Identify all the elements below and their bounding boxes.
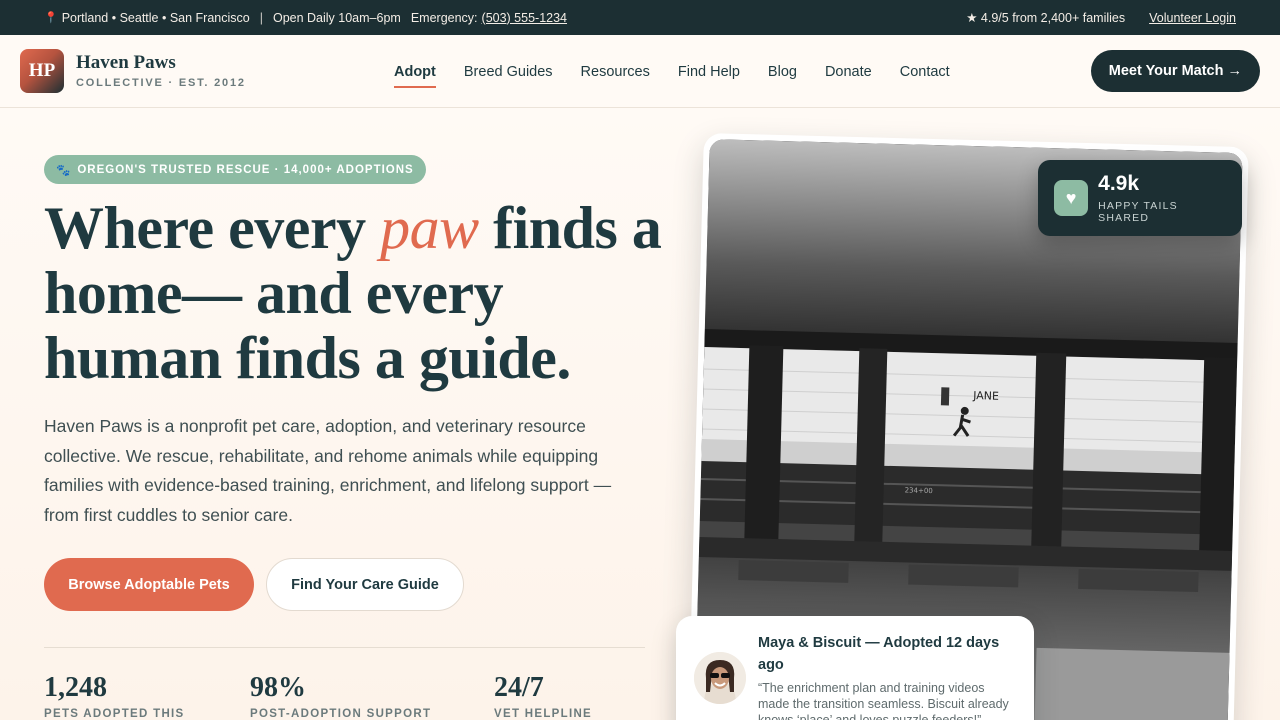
separator: | (259, 10, 263, 25)
main-nav: Adopt Breed Guides Resources Find Help B… (394, 35, 950, 108)
brand[interactable]: Haven Paws COLLECTIVE · EST. 2012 (76, 51, 246, 90)
stat-adopted: 1,248 PETS ADOPTED THIS (44, 672, 185, 720)
browse-pets-button[interactable]: Browse Adoptable Pets (44, 558, 254, 611)
stat-support: 98% POST-ADOPTION SUPPORT (250, 672, 431, 720)
nav-item-breed-guides[interactable]: Breed Guides (464, 35, 553, 108)
happy-tails-label: HAPPY TAILS SHARED (1098, 200, 1178, 224)
brand-tagline: COLLECTIVE · EST. 2012 (76, 77, 246, 90)
volunteer-login-link[interactable]: Volunteer Login (1149, 11, 1236, 25)
avatar (694, 652, 746, 704)
care-guide-button[interactable]: Find Your Care Guide (266, 558, 464, 611)
track-marker-text: 234+00 (905, 486, 933, 495)
rating-text: ★ 4.9/5 from 2,400+ families (966, 11, 1126, 25)
stat-value: 98% (250, 672, 306, 703)
headline-start: Where every (44, 195, 381, 261)
headline-accent: paw (380, 195, 479, 261)
station-sign-text: JANE (972, 389, 999, 403)
site-header: HP Haven Paws COLLECTIVE · EST. 2012 Ado… (0, 35, 1280, 108)
nav-item-find-help[interactable]: Find Help (678, 35, 740, 108)
stat-label: PETS ADOPTED THIS (44, 708, 185, 720)
nav-item-adopt[interactable]: Adopt (394, 35, 436, 108)
meet-your-match-button[interactable]: Meet Your Match → (1090, 50, 1260, 92)
logo-initials: HP (28, 60, 56, 81)
nav-item-contact[interactable]: Contact (900, 35, 950, 108)
badge-text: OREGON'S TRUSTED RESCUE · 14,000+ ADOPTI… (77, 163, 414, 176)
testimonial-card: Maya & Biscuit — Adopted 12 days ago “Th… (676, 616, 1034, 720)
nav-item-resources[interactable]: Resources (581, 35, 650, 108)
nav-item-blog[interactable]: Blog (768, 35, 797, 108)
stats-divider (44, 647, 645, 648)
hours-text: Open Daily 10am–6pm (272, 10, 401, 25)
testimonial-quote: “The enrichment plan and training videos… (758, 681, 1009, 720)
stat-value: 1,248 (44, 672, 107, 703)
brand-name: Haven Paws (76, 51, 176, 73)
heart-icon: ♥ (1054, 180, 1089, 216)
hero-description: Haven Paws is a nonprofit pet care, adop… (44, 416, 612, 525)
stat-label: POST-ADOPTION SUPPORT (250, 708, 432, 720)
location-pin-icon: 📍 (44, 12, 58, 24)
emergency-phone-link[interactable]: (503) 555-1234 (482, 11, 567, 25)
stat-label: VET HELPLINE (494, 708, 593, 720)
testimonial-name: Maya & Biscuit — Adopted 12 days ago (758, 635, 1000, 673)
trust-badge: 🐾 OREGON'S TRUSTED RESCUE · 14,000+ ADOP… (44, 155, 426, 184)
paw-icon: 🐾 (56, 164, 72, 177)
nav-item-donate[interactable]: Donate (825, 35, 872, 108)
stat-value: 24/7 (494, 672, 544, 703)
stat-helpline: 24/7 VET HELPLINE (494, 672, 592, 720)
emergency-label: Emergency: (410, 10, 478, 25)
logo[interactable]: HP (20, 49, 64, 93)
top-info-bar: 📍 Portland • Seattle • San Francisco | O… (0, 0, 1280, 35)
locations-text: Portland • Seattle • San Francisco (61, 10, 250, 25)
happy-tails-card: ♥ 4.9k HAPPY TAILS SHARED (1038, 160, 1242, 236)
hero-headline: Where every paw finds a home— and every … (44, 196, 664, 391)
happy-tails-value: 4.9k (1098, 172, 1140, 195)
